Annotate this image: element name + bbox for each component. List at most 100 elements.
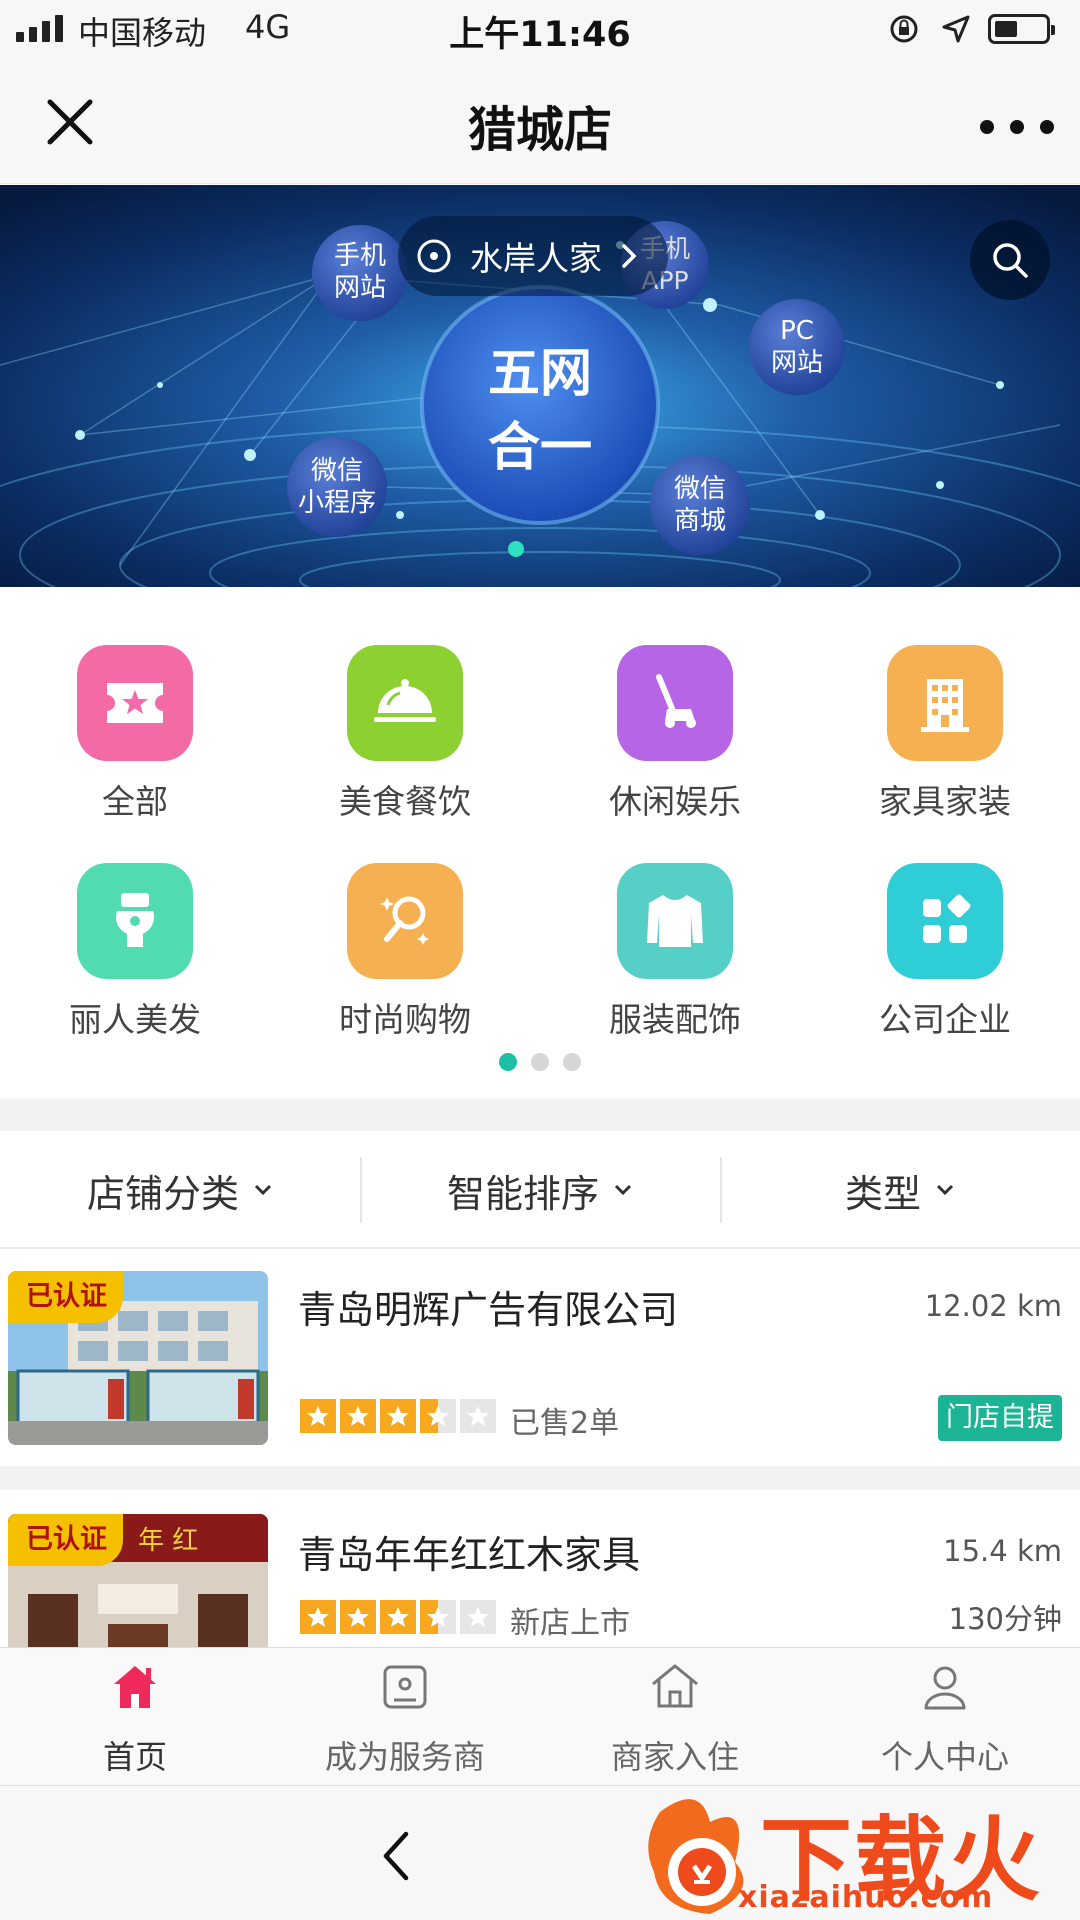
rating-stars (300, 1399, 496, 1433)
category-beauty[interactable]: 丽人美发 (0, 863, 270, 1063)
rotation-lock-icon (890, 15, 918, 43)
page-title: 猎城店 (467, 102, 612, 158)
category-fashion[interactable]: 时尚购物 (270, 863, 540, 1063)
tab-become-provider[interactable]: 成为服务商 (270, 1648, 540, 1786)
category-leisure[interactable]: 休闲娱乐 (540, 645, 810, 845)
shop-list-item[interactable]: 年 红 已认证 青岛年年红红木家具 15.4 km 新店上市 130分钟 (0, 1490, 1080, 1647)
star-full-icon (380, 1399, 416, 1433)
bubble-line: 商城 (673, 506, 726, 536)
category-furniture[interactable]: 家具家装 (810, 645, 1080, 845)
filter-type[interactable]: 类型 (720, 1131, 1080, 1249)
tab-label: 商家入住 (610, 1738, 739, 1776)
category-label: 公司企业 (879, 1000, 1011, 1039)
bubble-line: 手机 (333, 241, 386, 271)
home-icon (114, 1666, 156, 1708)
search-button[interactable] (970, 220, 1050, 300)
service-provider-icon (383, 1665, 427, 1709)
search-icon (993, 243, 1028, 278)
target-icon (417, 239, 451, 273)
category-food[interactable]: 美食餐饮 (270, 645, 540, 845)
banner-headline: 五网 合一 (422, 337, 658, 485)
bubble-line: 网站 (333, 273, 386, 303)
category-label: 美食餐饮 (339, 782, 471, 821)
banner-bubble-mobile-site: 手机 网站 (312, 240, 408, 304)
chevron-down-icon (254, 1184, 272, 1196)
chevron-down-icon (936, 1184, 954, 1196)
food-dome-icon (347, 645, 463, 761)
toilet-icon (77, 863, 193, 979)
verified-badge: 已认证 (8, 1271, 123, 1323)
shop-photo: 年 红 已认证 (8, 1514, 268, 1647)
rating-stars (300, 1600, 496, 1634)
shop-name: 青岛年年红红木家具 (298, 1533, 641, 1577)
category-label: 家具家装 (879, 782, 1011, 821)
category-label: 服装配饰 (609, 1000, 741, 1039)
lawnmower-icon (617, 645, 733, 761)
ticket-star-icon (77, 645, 193, 761)
more-icon[interactable] (978, 118, 1074, 136)
pager-dot[interactable] (563, 1053, 581, 1071)
tab-bar: 首页 成为服务商 商家入住 个人中心 (0, 1647, 1080, 1785)
shop-distance: 15.4 km (943, 1534, 1062, 1568)
sweater-icon (617, 863, 733, 979)
shop-list-item[interactable]: 已认证 青岛明辉广告有限公司 12.02 km 已售2单 门店自提 (0, 1251, 1080, 1466)
shop-photo: 已认证 (8, 1271, 268, 1445)
category-label: 休闲娱乐 (609, 782, 741, 821)
back-arrow-icon[interactable] (372, 1826, 422, 1886)
shop-status: 新店上市 (510, 1606, 630, 1641)
category-all[interactable]: 全部 (0, 645, 270, 845)
filter-label: 智能排序 (446, 1171, 599, 1216)
category-company[interactable]: 公司企业 (810, 863, 1080, 1063)
bubble-line: 微信 (310, 456, 363, 486)
category-label: 全部 (102, 782, 168, 821)
battery-icon (988, 14, 1055, 44)
bubble-line: 微信 (673, 474, 726, 504)
watermark-url: xiazaihuo.com (738, 1880, 994, 1915)
tab-personal-center[interactable]: 个人中心 (810, 1648, 1080, 1786)
section-divider (0, 1466, 1080, 1490)
merchant-house-icon (652, 1664, 698, 1708)
chevron-down-icon (614, 1184, 632, 1196)
category-pager[interactable] (0, 1053, 1080, 1071)
category-label: 时尚购物 (339, 1000, 471, 1039)
star-full-icon (300, 1399, 336, 1433)
category-clothing[interactable]: 服装配饰 (540, 863, 810, 1063)
star-empty-icon (460, 1600, 496, 1634)
pager-dot[interactable] (531, 1053, 549, 1071)
shop-sign-text: 年 红 (138, 1526, 199, 1556)
shop-distance: 12.02 km (924, 1289, 1062, 1323)
star-full-icon (340, 1600, 376, 1634)
filter-label: 店铺分类 (86, 1171, 239, 1216)
pager-dot-active[interactable] (499, 1053, 517, 1071)
category-label: 丽人美发 (69, 1000, 201, 1039)
bubble-line: 网站 (770, 348, 823, 378)
filter-shop-category[interactable]: 店铺分类 (0, 1131, 360, 1249)
location-arrow-icon (942, 15, 970, 43)
banner-bubble-mini-program: 微信 小程序 (287, 455, 387, 519)
location-label: 水岸人家 (470, 239, 602, 278)
verified-badge: 已认证 (8, 1514, 123, 1566)
pickup-tag: 门店自提 (938, 1395, 1062, 1441)
tab-merchant-join[interactable]: 商家入住 (540, 1648, 810, 1786)
person-icon (924, 1666, 966, 1710)
tab-label: 成为服务商 (324, 1738, 485, 1776)
chevron-right-icon (622, 244, 637, 268)
status-bar: 中国移动 4G 上午11:46 (0, 0, 1080, 58)
tab-label: 首页 (102, 1738, 167, 1776)
nav-bar: 猎城店 (0, 58, 1080, 184)
star-full-icon (380, 1600, 416, 1634)
banner-bubble-pc-site: PC 网站 (749, 315, 845, 379)
mirror-sparkle-icon (347, 863, 463, 979)
location-selector[interactable]: 水岸人家 (398, 216, 668, 296)
star-half-icon (420, 1399, 456, 1433)
category-grid: 全部 美食餐饮 休闲娱乐 家具家装 丽人美发 时尚购物 服装配饰 公司企业 (0, 587, 1080, 1099)
bubble-line: PC (780, 316, 814, 346)
star-empty-icon (460, 1399, 496, 1433)
tab-home[interactable]: 首页 (0, 1648, 270, 1786)
filter-label: 类型 (844, 1171, 921, 1216)
star-full-icon (340, 1399, 376, 1433)
banner-bubble-wechat-mall: 微信 商城 (650, 473, 750, 537)
shop-name: 青岛明辉广告有限公司 (298, 1288, 679, 1332)
apps-grid-icon (887, 863, 1003, 979)
filter-smart-sort[interactable]: 智能排序 (360, 1131, 720, 1249)
